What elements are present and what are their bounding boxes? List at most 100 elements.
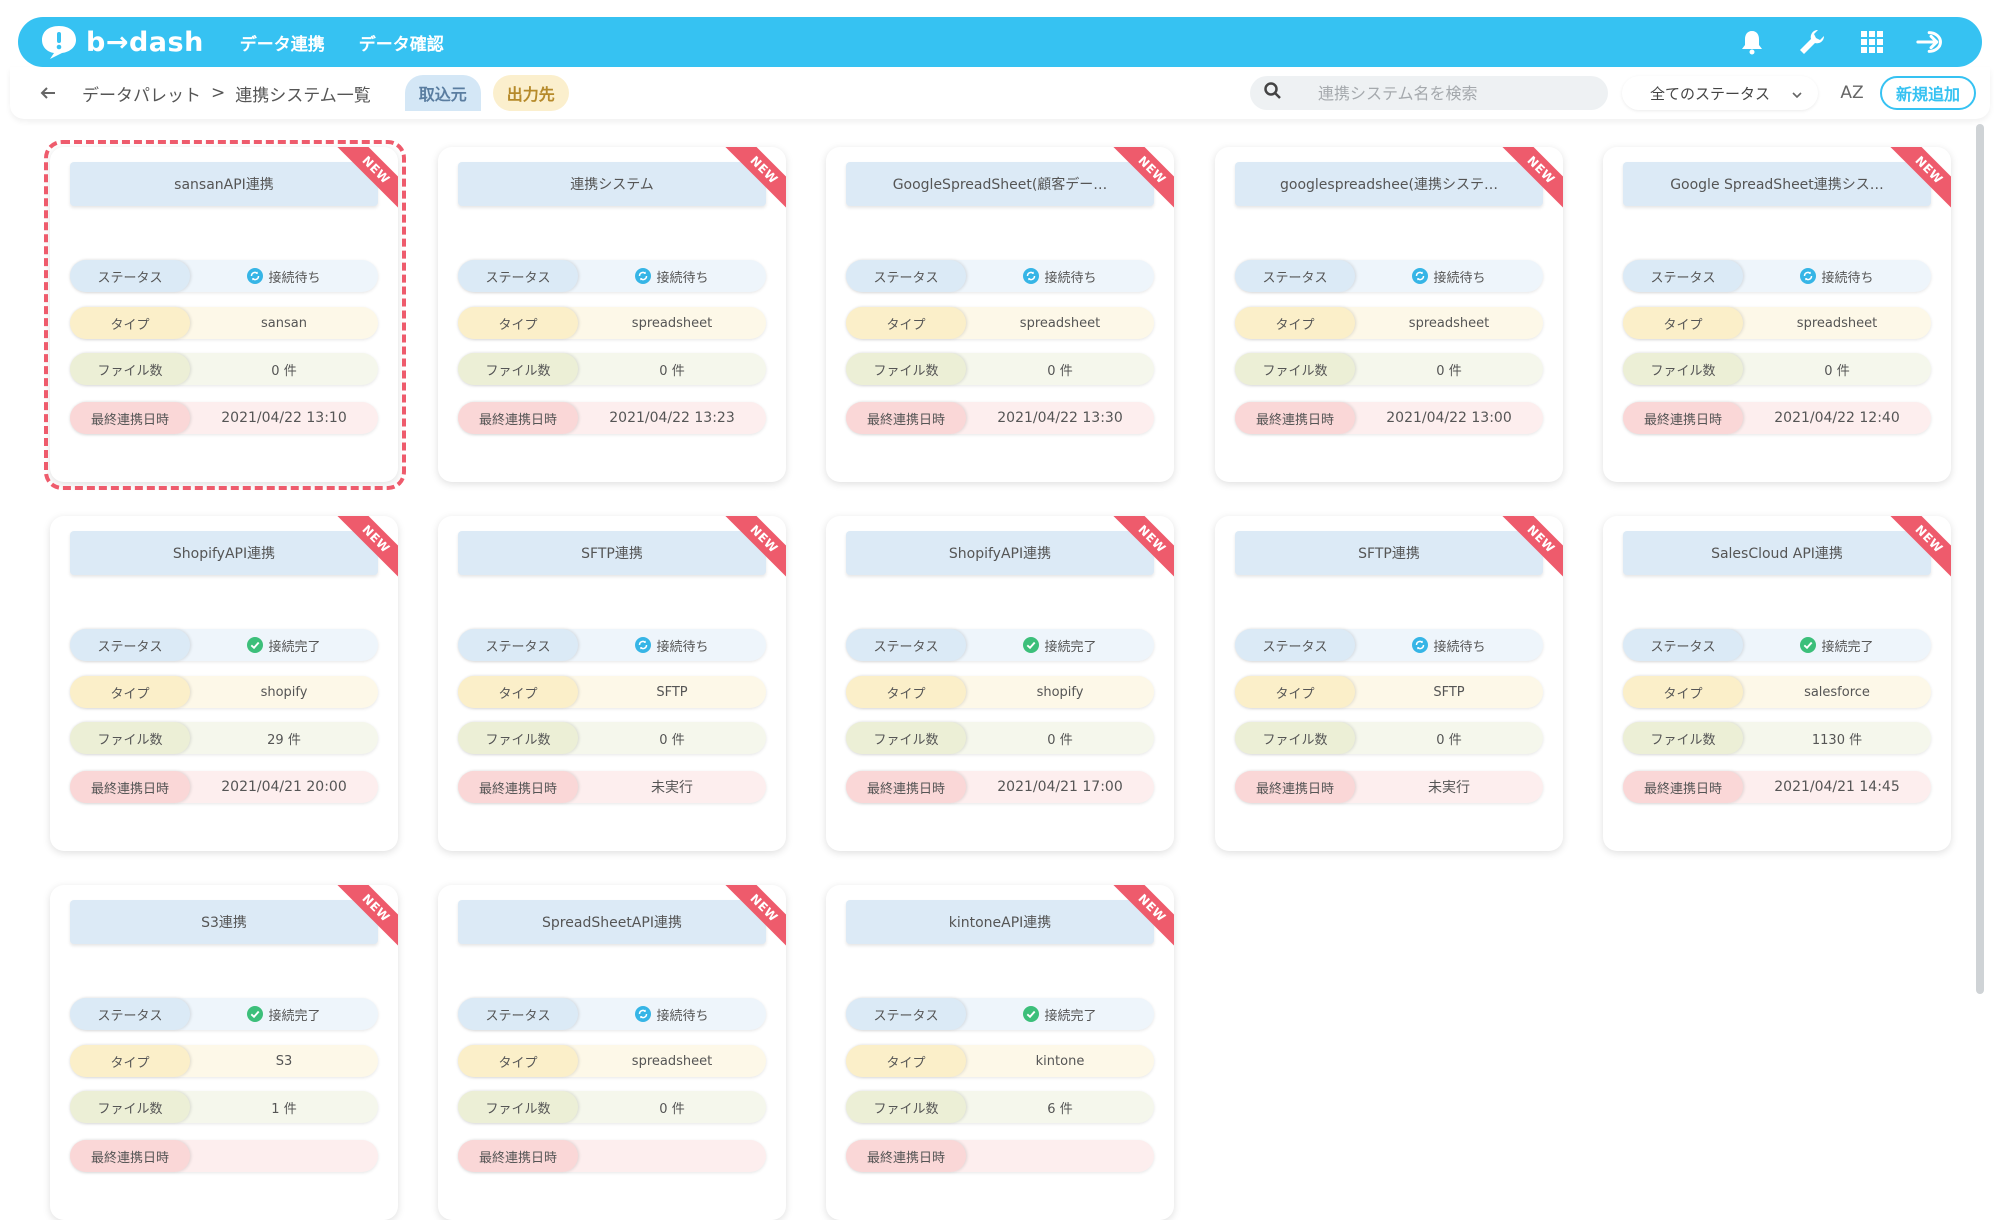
back-arrow-icon[interactable] (40, 82, 62, 104)
status-value: 接続待ち (1355, 636, 1543, 655)
integration-card[interactable]: ShopifyAPI連携 NEW ステータス 接続完了 タイプ shopify ファイル数 0… (826, 516, 1174, 851)
file-count-value: 0 件 (271, 363, 297, 379)
status-value: 接続待ち (966, 267, 1154, 286)
last-sync-value: 未実行 (651, 780, 693, 796)
type-row: タイプ spreadsheet (1623, 307, 1931, 339)
nav-data-check[interactable]: データ確認 (359, 30, 444, 55)
status-value: 接続待ち (1355, 267, 1543, 286)
file-count-row: ファイル数 0 件 (70, 353, 378, 385)
type-label: タイプ (1235, 676, 1355, 708)
file-count-label: ファイル数 (1235, 722, 1355, 754)
file-count-value: 0 件 (659, 1101, 685, 1117)
file-count-label: ファイル数 (846, 353, 966, 385)
logo[interactable]: b→dash (40, 24, 204, 60)
status-row: ステータス 接続待ち (1235, 260, 1543, 292)
file-count-row: ファイル数 0 件 (458, 353, 766, 385)
type-row: タイプ salesforce (1623, 676, 1931, 708)
last-sync-label: 最終連携日時 (1235, 402, 1355, 434)
last-sync-label: 最終連携日時 (846, 402, 966, 434)
bell-icon[interactable] (1736, 26, 1768, 58)
breadcrumb-current: 連携システム一覧 (235, 85, 371, 106)
tab-import-source[interactable]: 取込元 (404, 75, 481, 111)
integration-card[interactable]: Google SpreadSheet連携シス… NEW ステータス 接続待ち タイプ sp… (1603, 147, 1951, 482)
integration-card[interactable]: GoogleSpreadSheet(顧客デー… NEW ステータス 接続待ち タイプ sp… (826, 147, 1174, 482)
nav-data-integration[interactable]: データ連携 (240, 30, 325, 55)
integration-card[interactable]: SalesCloud API連携 NEW ステータス 接続完了 タイプ salesforc… (1603, 516, 1951, 851)
logout-icon[interactable] (1916, 26, 1948, 58)
integration-card[interactable]: ShopifyAPI連携 NEW ステータス 接続完了 タイプ shopify ファイル数 2… (50, 516, 398, 851)
type-value: spreadsheet (631, 315, 713, 331)
check-circle-icon (247, 1006, 264, 1022)
status-value: 接続完了 (190, 636, 378, 655)
type-label: タイプ (70, 307, 190, 339)
check-circle-icon (247, 637, 264, 653)
wrench-icon[interactable] (1796, 26, 1828, 58)
status-text: 接続完了 (1821, 639, 1874, 655)
card-title: Google SpreadSheet連携シス… (1623, 162, 1931, 206)
sync-waiting-icon (1800, 268, 1817, 284)
last-sync-row: 最終連携日時 2021/04/22 13:00 (1235, 402, 1543, 434)
status-text: 接続待ち (1433, 639, 1486, 655)
type-label: タイプ (458, 307, 578, 339)
integration-card[interactable]: SFTP連携 NEW ステータス 接続待ち タイプ SFTP ファイル数 0 件最終連携日時未… (438, 516, 786, 851)
file-count-label: ファイル数 (70, 1091, 190, 1123)
card-title: kintoneAPI連携 (846, 900, 1154, 944)
file-count-row: ファイル数 29 件 (70, 722, 378, 754)
file-count-value: 0 件 (1824, 363, 1850, 379)
last-sync-label: 最終連携日時 (458, 402, 578, 434)
integration-card[interactable]: 連携システム NEW ステータス 接続待ち タイプ spreadsheet ファイル数 0 件… (438, 147, 786, 482)
status-label: ステータス (458, 998, 578, 1030)
integration-card[interactable]: S3連携 NEW ステータス 接続完了 タイプ S3 ファイル数 1 件最終連携日時 (50, 885, 398, 1220)
status-value: 接続待ち (578, 1005, 766, 1024)
status-text: 接続待ち (1821, 270, 1874, 286)
vertical-scrollbar[interactable] (1976, 124, 1984, 994)
sync-waiting-icon (635, 637, 652, 653)
file-count-value: 29 件 (267, 732, 301, 748)
grid-menu-icon[interactable] (1856, 26, 1888, 58)
file-count-value: 0 件 (1047, 732, 1073, 748)
integration-card[interactable]: googlespreadshee(連携システ… NEW ステータス 接続待ち タイプ sp… (1215, 147, 1563, 482)
search-input[interactable] (1317, 83, 1578, 103)
file-count-row: ファイル数 0 件 (846, 353, 1154, 385)
last-sync-label: 最終連携日時 (1623, 771, 1743, 803)
integration-card[interactable]: SFTP連携 NEW ステータス 接続待ち タイプ SFTP ファイル数 0 件最終連携日時未… (1215, 516, 1563, 851)
status-label: ステータス (458, 629, 578, 661)
sync-waiting-icon (635, 1006, 652, 1022)
status-filter-select[interactable]: 全てのステータス (1621, 76, 1818, 110)
integration-card[interactable]: sansanAPI連携 NEW ステータス 接続待ち タイプ sansan ファイル数 0 件… (50, 147, 398, 482)
card-title: SFTP連携 (1235, 531, 1543, 575)
type-value: S3 (275, 1053, 293, 1069)
integration-card[interactable]: SpreadSheetAPI連携 NEW ステータス 接続待ち タイプ spreadshe… (438, 885, 786, 1220)
last-sync-value: 2021/04/21 20:00 (221, 779, 347, 795)
last-sync-value: 未実行 (1428, 780, 1470, 796)
last-sync-label: 最終連携日時 (846, 1140, 966, 1172)
status-row: ステータス 接続待ち (1235, 629, 1543, 661)
type-value: shopify (1036, 684, 1084, 700)
file-count-row: ファイル数 1 件 (70, 1091, 378, 1123)
last-sync-row: 最終連携日時 (846, 1140, 1154, 1172)
status-label: ステータス (1235, 260, 1355, 292)
status-row: ステータス 接続待ち (1623, 260, 1931, 292)
search-icon (1264, 82, 1282, 104)
status-text: 接続待ち (268, 270, 321, 286)
last-sync-row: 最終連携日時 2021/04/21 14:45 (1623, 771, 1931, 803)
type-row: タイプ SFTP (1235, 676, 1543, 708)
status-row: ステータス 接続完了 (1623, 629, 1931, 661)
last-sync-row: 最終連携日時 2021/04/21 17:00 (846, 771, 1154, 803)
tab-export-destination[interactable]: 出力先 (492, 75, 569, 111)
sub-toolbar: データパレット > 連携システム一覧 取込元 出力先 全てのステータス AZ 新… (10, 67, 1990, 119)
sync-waiting-icon (635, 268, 652, 284)
file-count-row: ファイル数 0 件 (1235, 722, 1543, 754)
last-sync-label: 最終連携日時 (846, 771, 966, 803)
status-label: ステータス (1623, 260, 1743, 292)
card-title: S3連携 (70, 900, 378, 944)
integration-card[interactable]: kintoneAPI連携 NEW ステータス 接続完了 タイプ kintone ファイル数 6… (826, 885, 1174, 1220)
add-new-button[interactable]: 新規追加 (1879, 76, 1976, 110)
type-value: spreadsheet (1019, 315, 1101, 331)
sort-az-button[interactable]: AZ (1832, 83, 1872, 103)
search-box (1249, 76, 1608, 110)
status-row: ステータス 接続待ち (458, 998, 766, 1030)
status-text: 接続待ち (1044, 270, 1097, 286)
breadcrumb-data-palette[interactable]: データパレット (82, 81, 201, 106)
status-row: ステータス 接続完了 (70, 998, 378, 1030)
